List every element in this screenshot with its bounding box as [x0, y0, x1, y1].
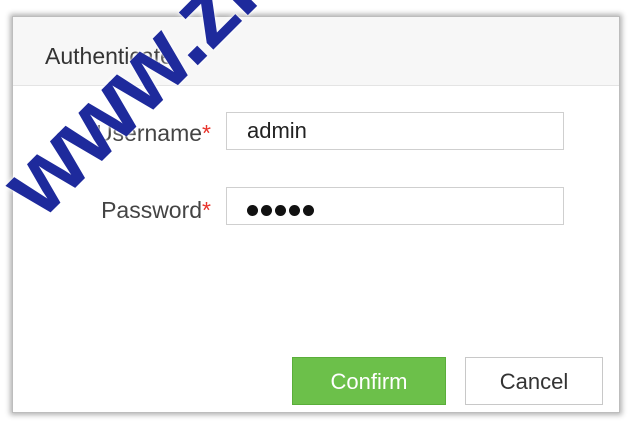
- username-required-mark: *: [202, 120, 211, 146]
- dialog-title: Authenticate: [45, 43, 173, 69]
- authenticate-dialog: Authenticate Username* admin Password* C…: [12, 16, 620, 413]
- page: Authenticate Username* admin Password* C…: [0, 0, 628, 423]
- confirm-button[interactable]: Confirm: [292, 357, 446, 405]
- dialog-titlebar: Authenticate: [13, 17, 619, 86]
- username-label: Username*: [96, 120, 211, 146]
- password-required-mark: *: [202, 197, 211, 223]
- password-mask-dot: [247, 205, 258, 216]
- password-mask: [247, 191, 317, 227]
- password-label-text: Password: [101, 197, 203, 223]
- password-mask-dot: [261, 205, 272, 216]
- password-mask-dot: [303, 205, 314, 216]
- password-label: Password*: [101, 197, 211, 223]
- username-label-text: Username: [95, 120, 203, 146]
- password-input[interactable]: [226, 187, 564, 225]
- password-mask-dot: [289, 205, 300, 216]
- username-input[interactable]: admin: [226, 112, 564, 150]
- password-mask-dot: [275, 205, 286, 216]
- cancel-button[interactable]: Cancel: [465, 357, 603, 405]
